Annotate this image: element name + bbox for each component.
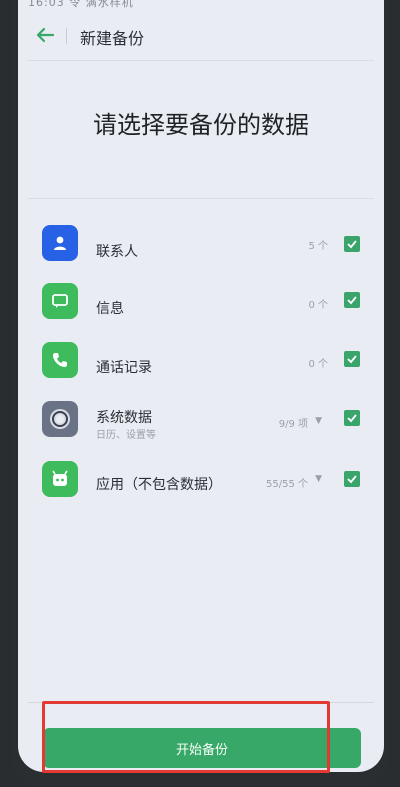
screen: 16:03 令 满水样机 新建备份 请选择要备份的数据 联系人 5 个 信息 0… [18,0,384,772]
item-count: 55/55 个 [266,479,308,490]
list-item-apps[interactable]: 应用（不包含数据） 55/55 个 ▼ [18,459,384,503]
chevron-down-icon[interactable]: ▼ [315,474,322,484]
item-sublabel: 日历、设置等 [96,430,156,441]
chevron-down-icon[interactable]: ▼ [315,416,322,426]
status-bar: 16:03 令 满水样机 [28,0,134,9]
item-label: 联系人 [96,244,138,260]
item-count: 9/9 项 [278,419,308,430]
list-item-messages[interactable]: 信息 0 个 [18,281,384,325]
back-arrow-icon[interactable] [34,24,56,46]
divider [28,198,374,199]
app-header: 新建备份 [18,16,384,56]
contacts-icon [42,225,78,261]
item-label: 信息 [96,301,124,317]
item-count: 0 个 [308,300,328,311]
page-header-title: 新建备份 [80,29,145,48]
item-checkbox[interactable] [344,351,360,367]
item-checkbox[interactable] [344,236,360,252]
list-item-contacts[interactable]: 联系人 5 个 [18,223,384,267]
item-checkbox[interactable] [344,471,360,487]
item-count: 5 个 [308,241,328,252]
list-item-call-log[interactable]: 通话记录 0 个 [18,340,384,384]
phone-icon [42,342,78,378]
item-checkbox[interactable] [344,410,360,426]
item-label: 系统数据 [96,410,152,426]
header-divider [66,28,67,44]
item-label: 应用（不包含数据） [96,477,222,493]
item-count: 0 个 [308,359,328,370]
highlight-box [42,701,330,773]
divider [28,60,374,61]
system-data-icon [42,401,78,437]
list-item-system-data[interactable]: 系统数据 日历、设置等 9/9 项 ▼ [18,399,384,443]
page-title: 请选择要备份的数据 [93,111,309,139]
item-checkbox[interactable] [344,292,360,308]
message-icon [42,283,78,319]
app-store-icon [42,461,78,497]
item-label: 通话记录 [96,360,152,376]
